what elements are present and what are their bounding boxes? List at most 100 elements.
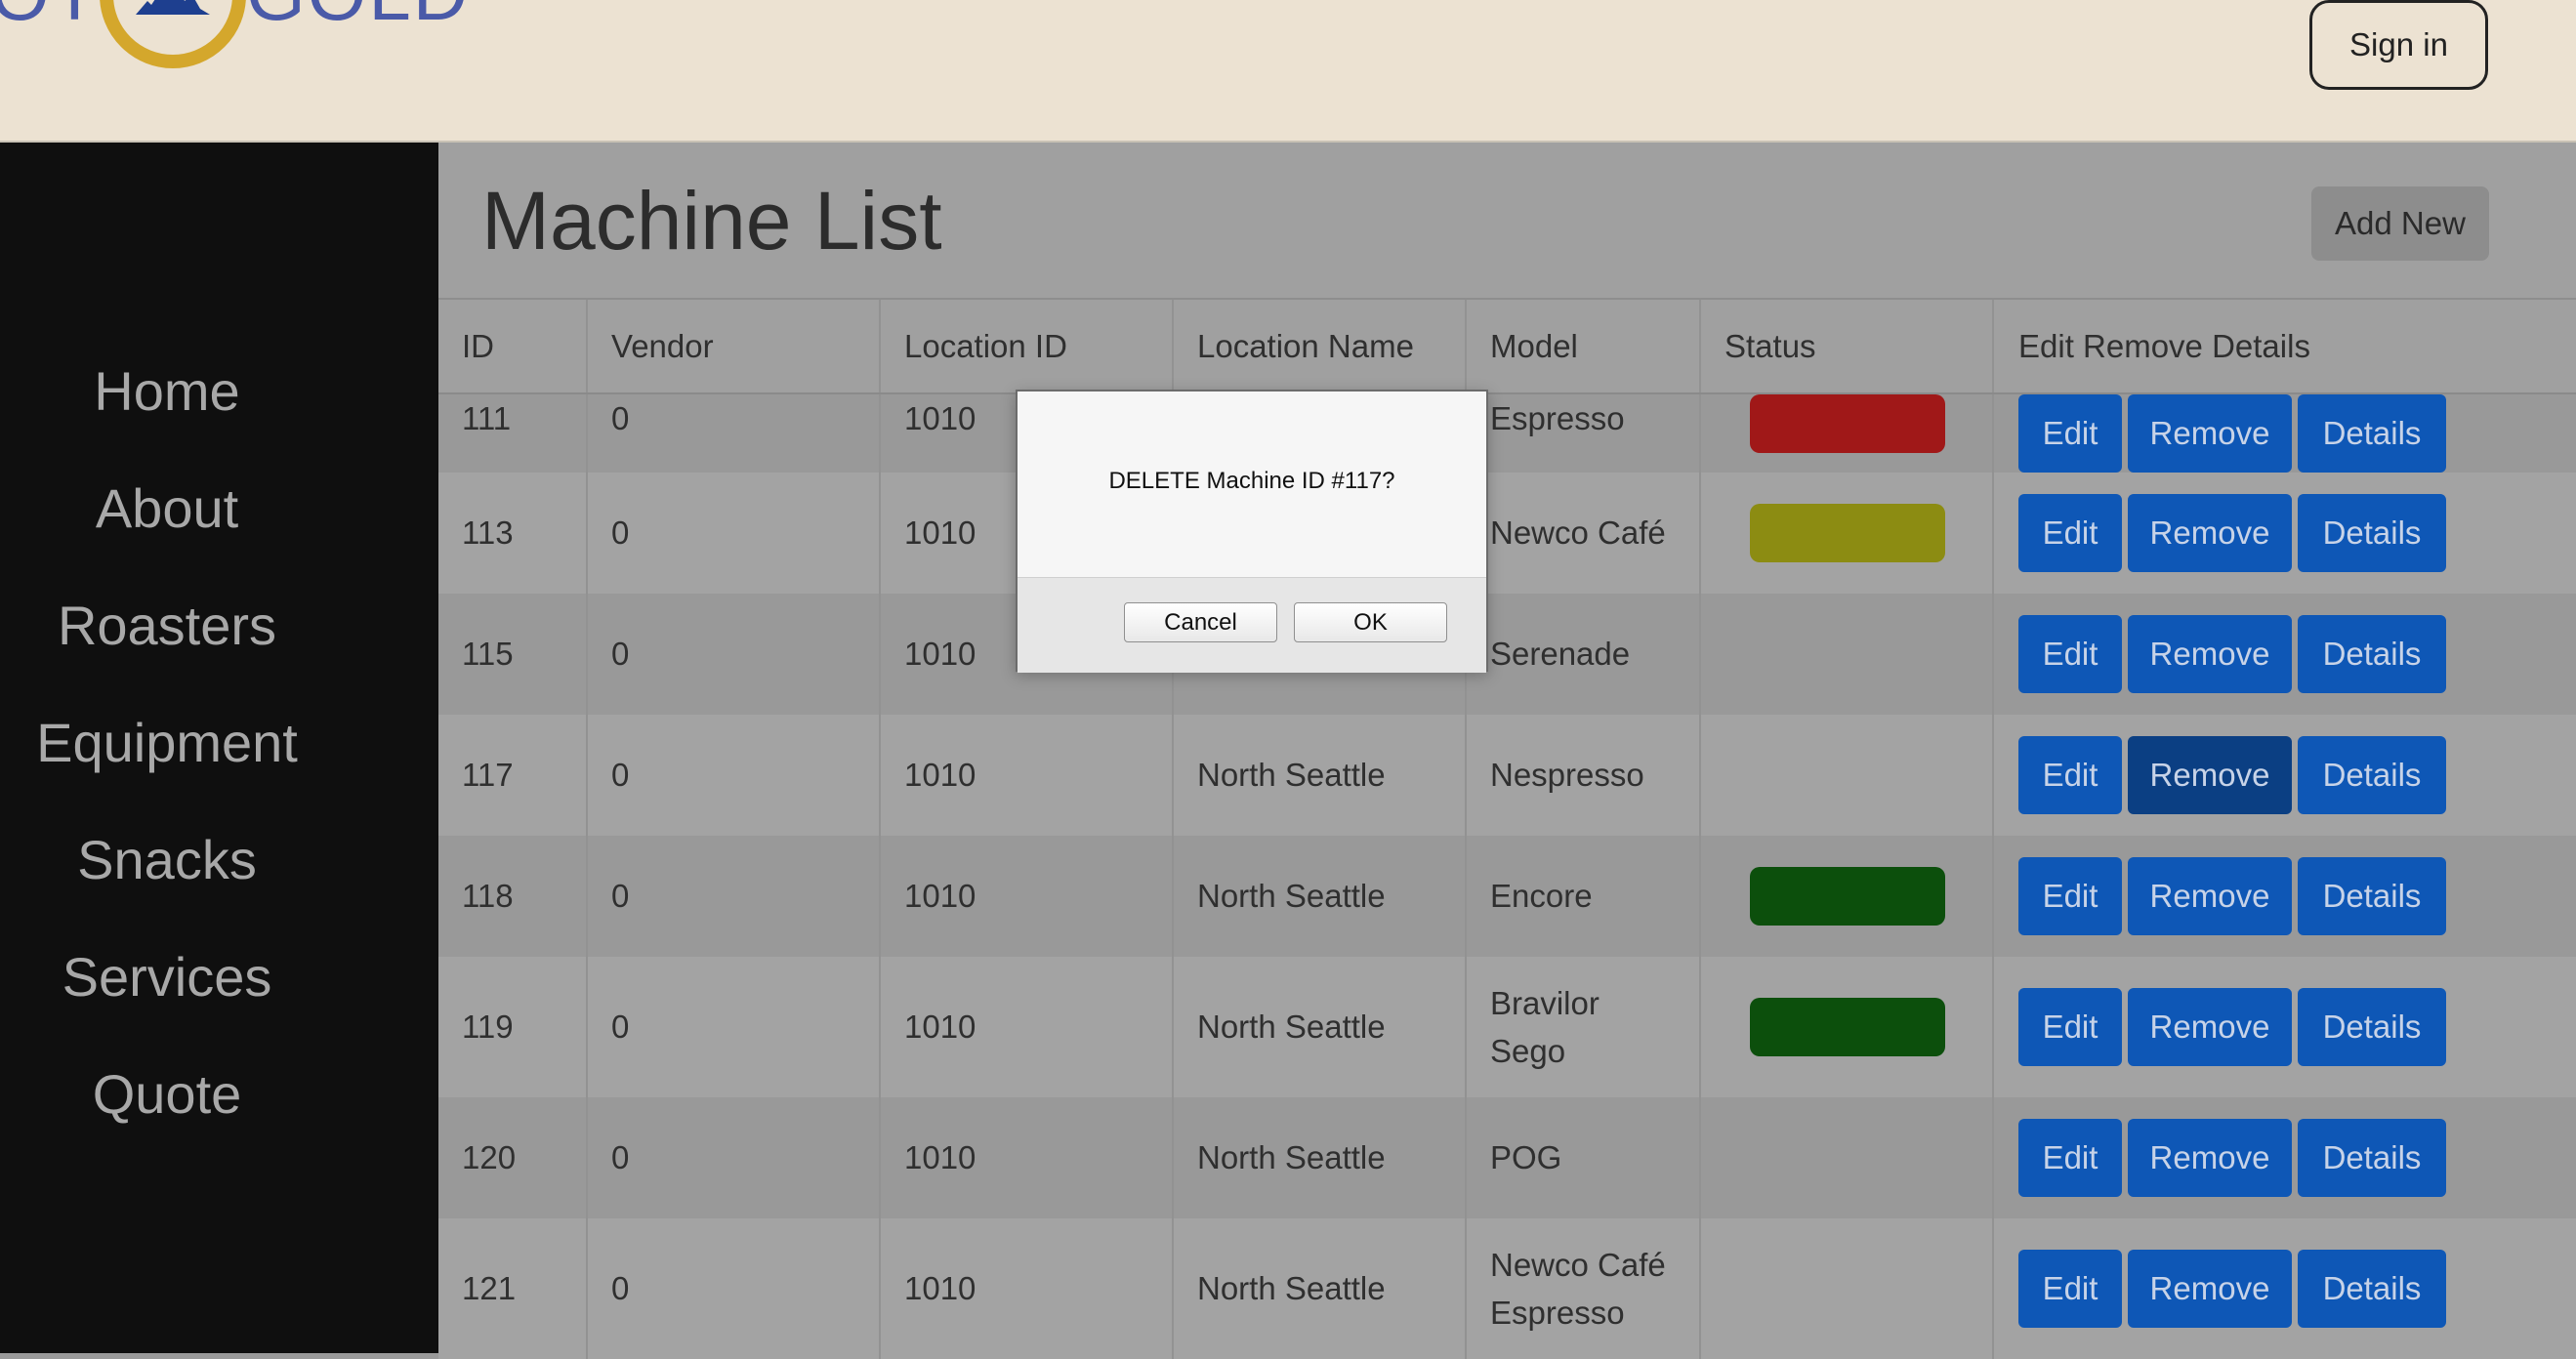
column-header-vendor[interactable]: Vendor xyxy=(587,300,881,394)
cell-status xyxy=(1700,1218,1994,1359)
sidebar-item-quote[interactable]: Quote xyxy=(0,1062,334,1126)
cell-location-id: 1010 xyxy=(880,715,1174,836)
details-button[interactable]: Details xyxy=(2298,857,2446,935)
main-content: Machine List Add New ID Vendor Location … xyxy=(438,143,2576,1359)
ok-button[interactable]: OK xyxy=(1294,602,1447,642)
remove-button[interactable]: Remove xyxy=(2128,857,2292,935)
sidebar-item-about[interactable]: About xyxy=(0,476,334,540)
cell-location-id: 1010 xyxy=(880,1097,1174,1218)
cell-vendor: 0 xyxy=(587,836,881,957)
cell-status xyxy=(1700,393,1994,473)
cell-model: POG xyxy=(1466,1097,1701,1218)
logo-text-left: OT xyxy=(0,0,100,31)
remove-button[interactable]: Remove xyxy=(2128,615,2292,693)
sidebar-item-home[interactable]: Home xyxy=(0,359,334,423)
cell-model: Espresso xyxy=(1466,393,1701,473)
table-row: 11301010North SeattleNewco CaféEditRemov… xyxy=(438,473,2576,594)
model-line: Serenade xyxy=(1490,636,1631,673)
cell-vendor: 0 xyxy=(587,715,881,836)
model-line: Espresso xyxy=(1490,400,1625,436)
cell-actions: Edit Remove Details xyxy=(1993,957,2576,1097)
details-button[interactable]: Details xyxy=(2298,1119,2446,1197)
cell-model: Nespresso xyxy=(1466,715,1701,836)
cell-model: Bravilor Sego xyxy=(1466,957,1701,1097)
column-header-actions: Edit Remove Details xyxy=(1993,300,2576,394)
sidebar-nav: Home About Roasters Equipment Snacks Ser… xyxy=(0,143,438,1353)
details-button[interactable]: Details xyxy=(2298,394,2446,473)
cell-location-name: North Seattle xyxy=(1173,1097,1467,1218)
cell-location-name: North Seattle xyxy=(1173,836,1467,957)
cell-actions: Edit Remove Details xyxy=(1993,836,2576,957)
table-row: 121 0 1010 North Seattle Newco Café Espresso E… xyxy=(438,1218,2576,1359)
remove-button[interactable]: Remove xyxy=(2128,988,2292,1066)
cell-id: 117 xyxy=(438,715,588,836)
dialog-footer: Cancel OK xyxy=(1018,577,1486,673)
column-header-location-name[interactable]: Location Name xyxy=(1173,300,1467,394)
cell-actions: Edit Remove Details xyxy=(1993,715,2576,836)
cell-model: Serenade xyxy=(1466,594,1701,715)
model-line: Encore xyxy=(1490,878,1593,915)
column-header-status[interactable]: Status xyxy=(1700,300,1994,394)
edit-button[interactable]: Edit xyxy=(2018,1119,2122,1197)
sidebar-item-services[interactable]: Services xyxy=(0,945,334,1009)
sidebar-item-roasters[interactable]: Roasters xyxy=(0,594,334,657)
edit-button[interactable]: Edit xyxy=(2018,736,2122,814)
column-header-location-id[interactable]: Location ID xyxy=(880,300,1174,394)
cell-model: Encore xyxy=(1466,836,1701,957)
sidebar-item-equipment[interactable]: Equipment xyxy=(0,711,334,774)
edit-button[interactable]: Edit xyxy=(2018,394,2122,473)
column-header-model[interactable]: Model xyxy=(1466,300,1701,394)
table-row: 11501010North SeattleSerenadeEditRemoveD… xyxy=(438,594,2576,715)
cell-id: 121 xyxy=(438,1218,588,1359)
cell-actions: Edit Remove Details xyxy=(1993,594,2576,715)
edit-button[interactable]: Edit xyxy=(2018,857,2122,935)
cell-location-id: 1010 xyxy=(880,836,1174,957)
cancel-button[interactable]: Cancel xyxy=(1124,602,1277,642)
cell-location-name: North Seattle xyxy=(1173,715,1467,836)
cell-actions: Edit Remove Details xyxy=(1993,473,2576,594)
column-header-id[interactable]: ID xyxy=(438,300,588,394)
cell-model: Newco Café xyxy=(1466,473,1701,594)
cell-status xyxy=(1700,594,1994,715)
sidebar-item-snacks[interactable]: Snacks xyxy=(0,828,334,891)
cell-location-id: 1010 xyxy=(880,1218,1174,1359)
cell-actions: Edit Remove Details xyxy=(1993,1097,2576,1218)
cell-id: 119 xyxy=(438,957,588,1097)
model-line: Espresso xyxy=(1490,1295,1625,1331)
model-line: Newco Café xyxy=(1490,515,1666,552)
table-row: 117 0 1010 North Seattle Nespresso Edit Remove… xyxy=(438,715,2576,836)
cell-location-id: 1010 xyxy=(880,957,1174,1097)
cell-id: 118 xyxy=(438,836,588,957)
site-logo[interactable]: OT GOLD xyxy=(0,0,478,98)
cell-id: 111 xyxy=(438,393,588,473)
details-button[interactable]: Details xyxy=(2298,615,2446,693)
edit-button[interactable]: Edit xyxy=(2018,615,2122,693)
details-button[interactable]: Details xyxy=(2298,1250,2446,1328)
cell-vendor: 0 xyxy=(587,473,881,594)
details-button[interactable]: Details xyxy=(2298,494,2446,572)
cell-vendor: 0 xyxy=(587,393,881,473)
details-button[interactable]: Details xyxy=(2298,736,2446,814)
remove-button[interactable]: Remove xyxy=(2128,1119,2292,1197)
sign-in-button[interactable]: Sign in xyxy=(2309,0,2488,90)
logo-text-right: GOLD xyxy=(246,0,470,31)
cell-location-name: North Seattle xyxy=(1173,957,1467,1097)
cell-model: Newco Café Espresso xyxy=(1466,1218,1701,1359)
edit-button[interactable]: Edit xyxy=(2018,988,2122,1066)
remove-button[interactable]: Remove xyxy=(2128,494,2292,572)
edit-button[interactable]: Edit xyxy=(2018,1250,2122,1328)
model-line: Nespresso xyxy=(1490,757,1644,794)
cell-vendor: 0 xyxy=(587,594,881,715)
table-row: 119 0 1010 North Seattle Bravilor Sego Edit Rem… xyxy=(438,957,2576,1097)
status-indicator xyxy=(1750,504,1945,562)
edit-button[interactable]: Edit xyxy=(2018,494,2122,572)
add-new-button[interactable]: Add New xyxy=(2311,186,2489,261)
cell-actions: Edit Remove Details xyxy=(1993,393,2576,473)
remove-button[interactable]: Remove xyxy=(2128,394,2292,473)
details-button[interactable]: Details xyxy=(2298,988,2446,1066)
table-header-row: ID Vendor Location ID Location Name Mode… xyxy=(438,300,2576,394)
confirm-delete-dialog: DELETE Machine ID #117? Cancel OK xyxy=(1016,390,1488,673)
status-indicator xyxy=(1750,998,1945,1056)
remove-button[interactable]: Remove xyxy=(2128,736,2292,814)
remove-button[interactable]: Remove xyxy=(2128,1250,2292,1328)
